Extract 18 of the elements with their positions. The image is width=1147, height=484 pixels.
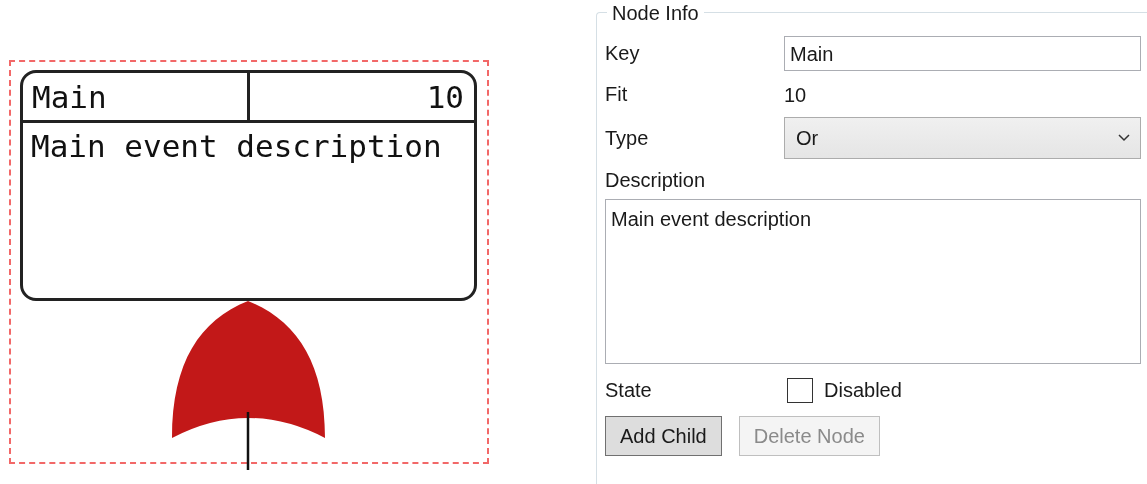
connector-line: [246, 412, 250, 470]
chevron-down-icon: [1118, 134, 1130, 142]
field-label: State: [605, 378, 652, 401]
field-label: Type: [605, 126, 649, 149]
key-field[interactable]: Main: [784, 36, 1141, 71]
node-fit: 10: [426, 77, 464, 116]
type-dropdown[interactable]: Or: [784, 117, 1141, 159]
description-field[interactable]: Main event description: [605, 199, 1141, 364]
field-label: Key: [605, 42, 640, 64]
fit-value: 10: [784, 82, 807, 108]
checkbox[interactable]: [787, 377, 813, 403]
node-description: Main event description: [31, 128, 442, 164]
node-card[interactable]: Main 10 Main event description: [20, 70, 477, 301]
node-key: Main: [32, 77, 107, 116]
field-label: Description: [605, 168, 707, 193]
field-label: Fit: [605, 83, 628, 105]
checkbox-label: Disabled: [824, 378, 902, 403]
add-button[interactable]: Add Child: [605, 416, 722, 456]
